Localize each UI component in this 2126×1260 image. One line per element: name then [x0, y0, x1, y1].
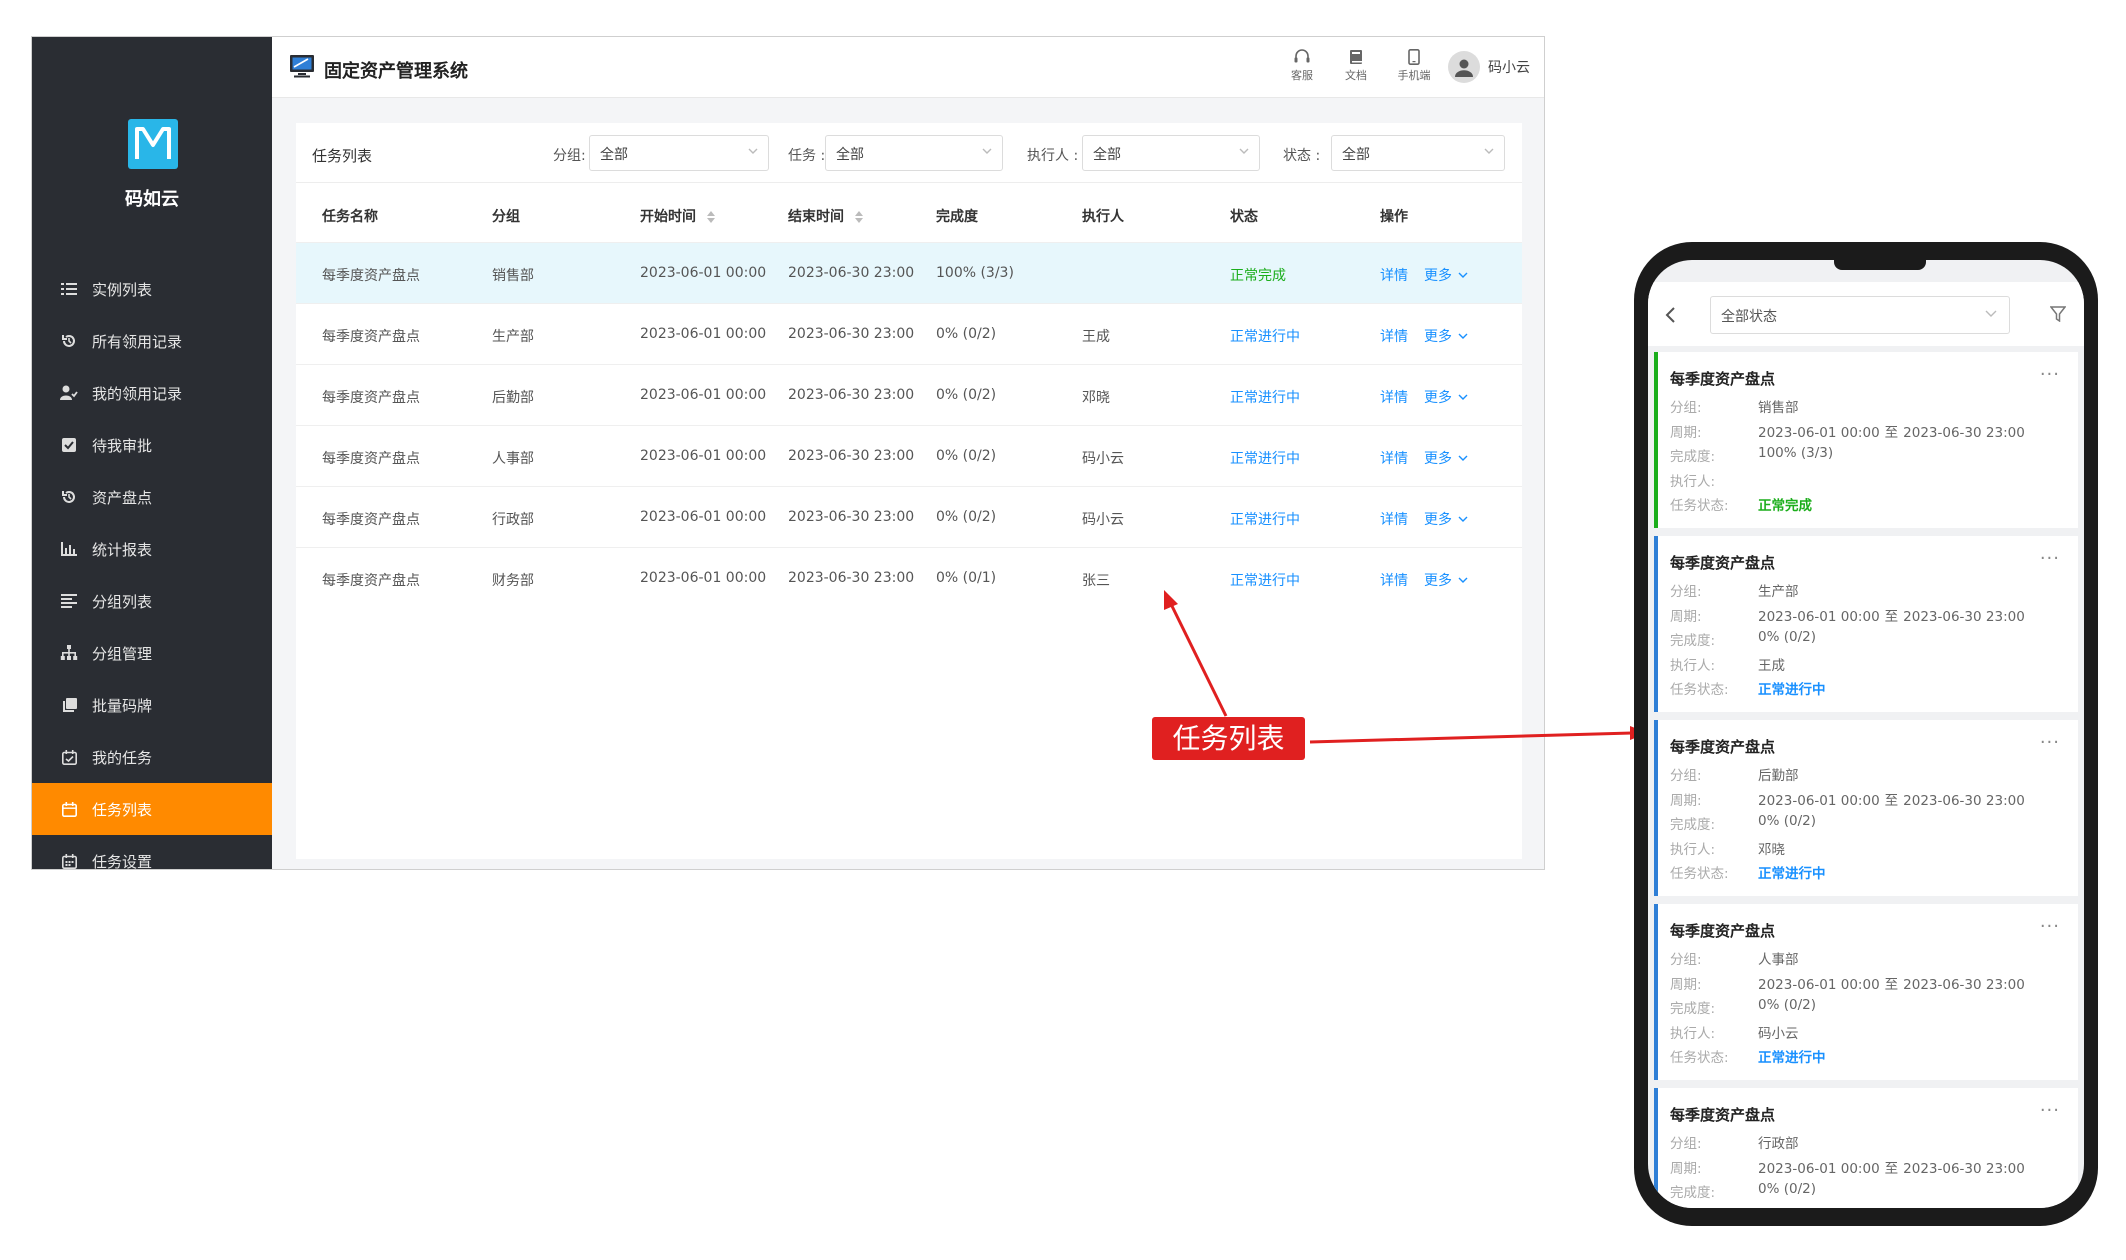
period-start: 2023-06-01 00:00	[1758, 976, 1880, 993]
card-field-label: 执行人:	[1670, 841, 1716, 858]
more-dots-icon[interactable]: ···	[2040, 1100, 2060, 1121]
card-field-label: 周期:	[1670, 424, 1702, 441]
arrow-to-phone	[1309, 731, 1633, 744]
card-period: 2023-06-01 00:00 至 2023-06-30 23:00	[1758, 1157, 2025, 1177]
card-field-label: 执行人:	[1670, 657, 1716, 674]
card-field-label: 执行人:	[1670, 1025, 1716, 1042]
card-field-label: 周期:	[1670, 1160, 1702, 1177]
period-separator: 至	[1884, 976, 1899, 993]
period-end: 2023-06-30 23:00	[1903, 976, 2025, 993]
card-field-label: 分组:	[1670, 1136, 1702, 1152]
phone-mockup: 全部状态 每季度资产盘点 ··· 分组: 销售部周期: 2023-06-01 00:00…	[1634, 242, 2098, 1226]
card-executor: 邓晓	[1758, 841, 1785, 858]
mobile-status-select[interactable]: 全部状态	[1710, 296, 2010, 334]
card-title: 每季度资产盘点	[1670, 922, 1776, 940]
phone-notch	[1834, 260, 1926, 270]
card-title: 每季度资产盘点	[1670, 554, 1776, 572]
card-field-label: 周期:	[1670, 976, 1702, 993]
task-list-callout: 任务列表	[1152, 717, 1305, 760]
period-separator: 至	[1884, 608, 1899, 625]
card-progress: 100% (3/3)	[1758, 445, 1834, 461]
card-title: 每季度资产盘点	[1670, 1106, 1776, 1124]
period-start: 2023-06-01 00:00	[1758, 792, 1880, 809]
card-field-label: 任务状态:	[1670, 866, 1729, 882]
period-separator: 至	[1884, 792, 1899, 809]
task-card[interactable]: 每季度资产盘点 ··· 分组: 行政部周期: 2023-06-01 00:00 至 2023…	[1654, 1088, 2078, 1208]
card-field-label: 完成度:	[1670, 1001, 1716, 1017]
arrow-to-table	[1168, 601, 1228, 717]
card-status: 正常进行中	[1758, 866, 1826, 882]
card-title: 每季度资产盘点	[1670, 370, 1776, 388]
card-group: 销售部	[1758, 400, 1799, 416]
card-progress: 0% (0/2)	[1758, 813, 1816, 829]
more-dots-icon[interactable]: ···	[2040, 916, 2060, 937]
card-progress: 0% (0/2)	[1758, 997, 1816, 1013]
card-group: 人事部	[1758, 952, 1799, 968]
card-period: 2023-06-01 00:00 至 2023-06-30 23:00	[1758, 789, 2025, 809]
more-dots-icon[interactable]: ···	[2040, 548, 2060, 569]
card-group: 行政部	[1758, 1136, 1799, 1152]
card-field-label: 任务状态:	[1670, 1050, 1729, 1066]
card-field-label: 任务状态:	[1670, 498, 1729, 514]
task-card[interactable]: 每季度资产盘点 ··· 分组: 人事部周期: 2023-06-01 00:00 至 2023…	[1654, 904, 2078, 1080]
period-start: 2023-06-01 00:00	[1758, 1160, 1880, 1177]
period-separator: 至	[1884, 424, 1899, 441]
period-separator: 至	[1884, 1160, 1899, 1177]
task-card[interactable]: 每季度资产盘点 ··· 分组: 销售部周期: 2023-06-01 00:00 至 2023…	[1654, 352, 2078, 528]
card-field-label: 周期:	[1670, 608, 1702, 625]
card-progress: 0% (0/2)	[1758, 1181, 1816, 1197]
card-field-label: 分组:	[1670, 952, 1702, 968]
card-field-label: 周期:	[1670, 792, 1702, 809]
card-field-label: 执行人:	[1670, 473, 1716, 490]
card-executor: 王成	[1758, 657, 1785, 674]
card-field-label: 分组:	[1670, 768, 1702, 784]
card-field-label: 分组:	[1670, 400, 1702, 416]
card-progress: 0% (0/2)	[1758, 629, 1816, 645]
card-field-label: 完成度:	[1670, 449, 1716, 465]
card-period: 2023-06-01 00:00 至 2023-06-30 23:00	[1758, 605, 2025, 625]
period-end: 2023-06-30 23:00	[1903, 792, 2025, 809]
card-field-label: 完成度:	[1670, 1185, 1716, 1201]
period-end: 2023-06-30 23:00	[1903, 424, 2025, 441]
card-executor: 码小云	[1758, 1025, 1799, 1042]
period-start: 2023-06-01 00:00	[1758, 608, 1880, 625]
card-title: 每季度资产盘点	[1670, 738, 1776, 756]
card-status: 正常完成	[1758, 498, 1812, 514]
card-field-label: 任务状态:	[1670, 682, 1729, 698]
mobile-top-bar: 全部状态	[1648, 282, 2084, 346]
period-end: 2023-06-30 23:00	[1903, 1160, 2025, 1177]
mobile-status-value: 全部状态	[1721, 309, 1777, 325]
arrowhead-table	[1164, 590, 1178, 610]
card-status: 正常进行中	[1758, 1050, 1826, 1066]
task-card[interactable]: 每季度资产盘点 ··· 分组: 后勤部周期: 2023-06-01 00:00 至 2023…	[1654, 720, 2078, 896]
period-start: 2023-06-01 00:00	[1758, 424, 1880, 441]
card-field-label: 分组:	[1670, 584, 1702, 600]
back-chevron-icon[interactable]	[1664, 306, 1676, 324]
phone-screen: 全部状态 每季度资产盘点 ··· 分组: 销售部周期: 2023-06-01 00:00…	[1648, 260, 2084, 1208]
card-field-label: 完成度:	[1670, 817, 1716, 833]
more-dots-icon[interactable]: ···	[2040, 732, 2060, 753]
card-field-label: 完成度:	[1670, 633, 1716, 649]
period-end: 2023-06-30 23:00	[1903, 608, 2025, 625]
card-group: 后勤部	[1758, 768, 1799, 784]
more-dots-icon[interactable]: ···	[2040, 364, 2060, 385]
chevron-down-icon	[1985, 310, 1997, 317]
card-period: 2023-06-01 00:00 至 2023-06-30 23:00	[1758, 421, 2025, 441]
card-group: 生产部	[1758, 584, 1799, 600]
card-period: 2023-06-01 00:00 至 2023-06-30 23:00	[1758, 973, 2025, 993]
task-card[interactable]: 每季度资产盘点 ··· 分组: 生产部周期: 2023-06-01 00:00 至 2023…	[1654, 536, 2078, 712]
card-status: 正常进行中	[1758, 682, 1826, 698]
filter-icon[interactable]	[2050, 306, 2066, 322]
